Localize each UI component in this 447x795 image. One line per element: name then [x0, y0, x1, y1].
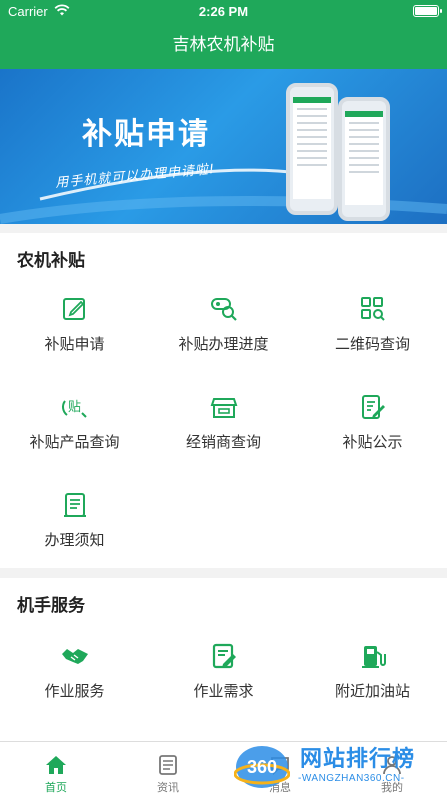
tab-home[interactable]: 首页: [0, 742, 112, 795]
item-label: 补贴产品查询: [29, 433, 120, 451]
banner-title: 补贴申请: [82, 117, 210, 152]
handshake-icon: [61, 642, 89, 670]
request-icon: [210, 642, 238, 670]
subsidy-search-icon: 贴: [61, 393, 89, 421]
subsidy-notice-button[interactable]: 补贴公示: [298, 393, 447, 452]
dealer-query-button[interactable]: 经销商查询: [149, 393, 298, 452]
tab-label: 资讯: [157, 781, 179, 794]
progress-search-icon: [210, 295, 238, 323]
item-label: 补贴申请: [44, 335, 105, 353]
watermark-text: 网站排行榜: [300, 747, 416, 772]
news-icon: [157, 754, 179, 776]
item-label: 办理须知: [44, 531, 105, 549]
subsidy-section: 农机补贴 补贴申请 补贴办理进度 二维码查询 贴 补贴产品查询 经销商查询 补贴: [0, 233, 447, 568]
qr-query-button[interactable]: 二维码查询: [298, 295, 447, 354]
item-label: 作业需求: [193, 682, 254, 700]
item-label: 附近加油站: [334, 682, 410, 700]
status-bar: Carrier 2:26 PM: [0, 0, 447, 22]
document-icon: [61, 491, 89, 519]
operator-section: 机手服务 作业服务 作业需求 附近加油站: [0, 578, 447, 741]
section-title: 农机补贴: [17, 251, 85, 271]
nav-bar: 吉林农机补贴: [0, 22, 447, 69]
subsidy-progress-button[interactable]: 补贴办理进度: [149, 295, 298, 354]
watermark-url: -WANGZHAN360.CN-: [298, 773, 405, 784]
tab-label: 首页: [45, 781, 67, 794]
item-label: 二维码查询: [334, 335, 410, 353]
clock: 2:26 PM: [198, 4, 249, 19]
notice-icon: [359, 393, 387, 421]
watermark: 360 网站排行榜 -WANGZHAN360.CN-: [234, 740, 447, 795]
svg-text:贴: 贴: [68, 400, 81, 415]
section-title: 机手服务: [17, 596, 85, 616]
home-icon: [45, 754, 67, 776]
phone-image: [338, 97, 390, 221]
item-label: 补贴办理进度: [178, 335, 269, 353]
watermark-logo-text: 360: [247, 757, 277, 777]
subsidy-product-query-button[interactable]: 贴 补贴产品查询: [0, 393, 149, 452]
work-request-button[interactable]: 作业需求: [149, 642, 298, 701]
edit-icon: [61, 295, 89, 323]
tab-news[interactable]: 资讯: [112, 742, 224, 795]
store-icon: [210, 393, 238, 421]
watermark-logo-icon: 360: [234, 746, 290, 788]
item-label: 作业服务: [44, 682, 105, 700]
phone-image: [286, 83, 338, 215]
item-label: 经销商查询: [185, 433, 261, 451]
banner[interactable]: 补贴申请 用手机就可以办理申请啦!: [0, 69, 447, 224]
fuel-icon: [359, 642, 387, 670]
qr-search-icon: [359, 295, 387, 323]
work-service-button[interactable]: 作业服务: [0, 642, 149, 701]
subsidy-apply-button[interactable]: 补贴申请: [0, 295, 149, 354]
guide-button[interactable]: 办理须知: [0, 491, 149, 550]
item-label: 补贴公示: [342, 433, 403, 451]
nearby-gas-station-button[interactable]: 附近加油站: [298, 642, 447, 701]
page-title: 吉林农机补贴: [172, 35, 275, 55]
battery-icon: [413, 5, 442, 17]
